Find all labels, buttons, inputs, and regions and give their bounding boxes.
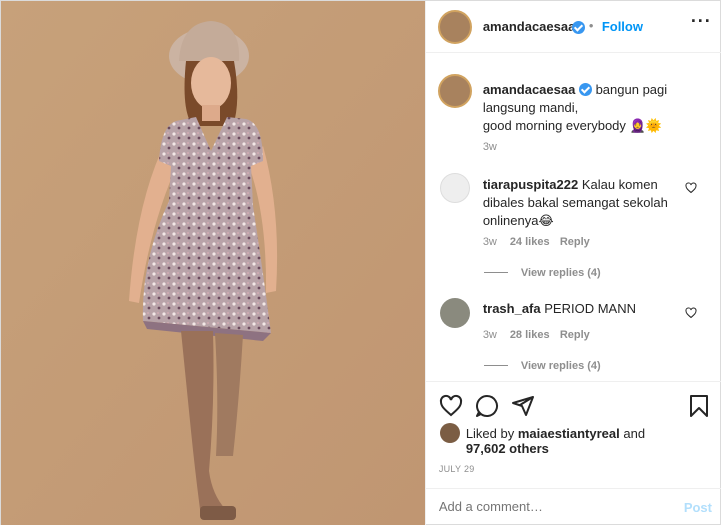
view-replies-link[interactable]: View replies (4) <box>521 360 601 372</box>
likes-summary: Liked by maiaestiantyreal and <box>466 425 645 442</box>
caption-line-2: langsung mandi, <box>482 100 579 115</box>
comment-like-heart-icon[interactable] <box>685 307 697 319</box>
comment-likes[interactable]: 24 likes <box>510 236 550 248</box>
caption-line-1: bangun pagi <box>595 82 668 97</box>
post-date: JULY 29 <box>438 464 475 474</box>
comment-icon[interactable] <box>475 394 499 418</box>
comment-username[interactable]: tiarapuspita222 <box>483 177 578 192</box>
author-username[interactable]: amandacaesaa <box>483 19 576 34</box>
comment-avatar[interactable] <box>439 173 470 203</box>
photo-illustration <box>1 1 425 525</box>
comment-like-heart-icon[interactable] <box>685 182 697 194</box>
comment-2: trash_afa PERIOD MANN <box>483 301 636 316</box>
comment-text-line-1: Kalau komen <box>581 177 658 192</box>
follow-button[interactable]: Follow <box>602 19 643 34</box>
comment-text-line-2: dibales bakal semangat sekolah <box>482 195 668 210</box>
post-sidebar: amandacaesaa • Follow ··· amandacaesaa b… <box>424 1 721 525</box>
comment-username[interactable]: trash_afa <box>483 301 541 316</box>
caption-line-3: good morning everybody 🧕🌞 <box>482 118 662 133</box>
heart-icon[interactable] <box>439 394 463 418</box>
post-photo[interactable] <box>1 1 425 525</box>
post-header: amandacaesaa • Follow ··· <box>425 1 721 53</box>
post-container: amandacaesaa • Follow ··· amandacaesaa b… <box>0 0 721 525</box>
likes-prefix: Liked by <box>465 426 515 441</box>
comment-time: 3w <box>482 236 497 248</box>
more-icon[interactable]: ··· <box>691 11 712 32</box>
post-comment-button[interactable]: Post <box>684 500 712 515</box>
comment-avatar[interactable] <box>439 298 470 328</box>
comment-1: tiarapuspita222 Kalau komen dibales baka… <box>483 176 683 230</box>
comment-likes[interactable]: 28 likes <box>510 329 550 341</box>
likes-count[interactable]: 97,602 others <box>466 441 549 456</box>
author-avatar[interactable] <box>437 10 472 44</box>
reply-button[interactable]: Reply <box>560 329 590 341</box>
replies-divider <box>483 365 508 366</box>
view-replies-link[interactable]: View replies (4) <box>521 267 601 279</box>
bookmark-icon[interactable] <box>688 394 710 418</box>
header-separator: • <box>588 18 594 33</box>
comment-input[interactable] <box>438 499 659 514</box>
share-icon[interactable] <box>511 394 535 418</box>
verified-badge-icon <box>571 21 585 34</box>
comment-text-line-1: PERIOD MANN <box>544 301 636 316</box>
replies-divider <box>483 272 508 273</box>
liker-username[interactable]: maiaestiantyreal <box>518 426 620 441</box>
liker-avatar[interactable] <box>439 423 460 443</box>
verified-badge-icon <box>578 83 592 96</box>
add-comment-bar: Post <box>425 488 721 525</box>
caption: amandacaesaa bangun pagi langsung mandi,… <box>483 81 708 135</box>
caption-time: 3w <box>482 141 497 153</box>
comment-text-line-3: onlinenya😂 <box>482 213 554 228</box>
reply-button[interactable]: Reply <box>560 236 590 248</box>
caption-username[interactable]: amandacaesaa <box>483 82 576 97</box>
caption-avatar[interactable] <box>437 74 472 108</box>
likes-and: and <box>623 426 646 441</box>
comment-time: 3w <box>482 329 497 341</box>
